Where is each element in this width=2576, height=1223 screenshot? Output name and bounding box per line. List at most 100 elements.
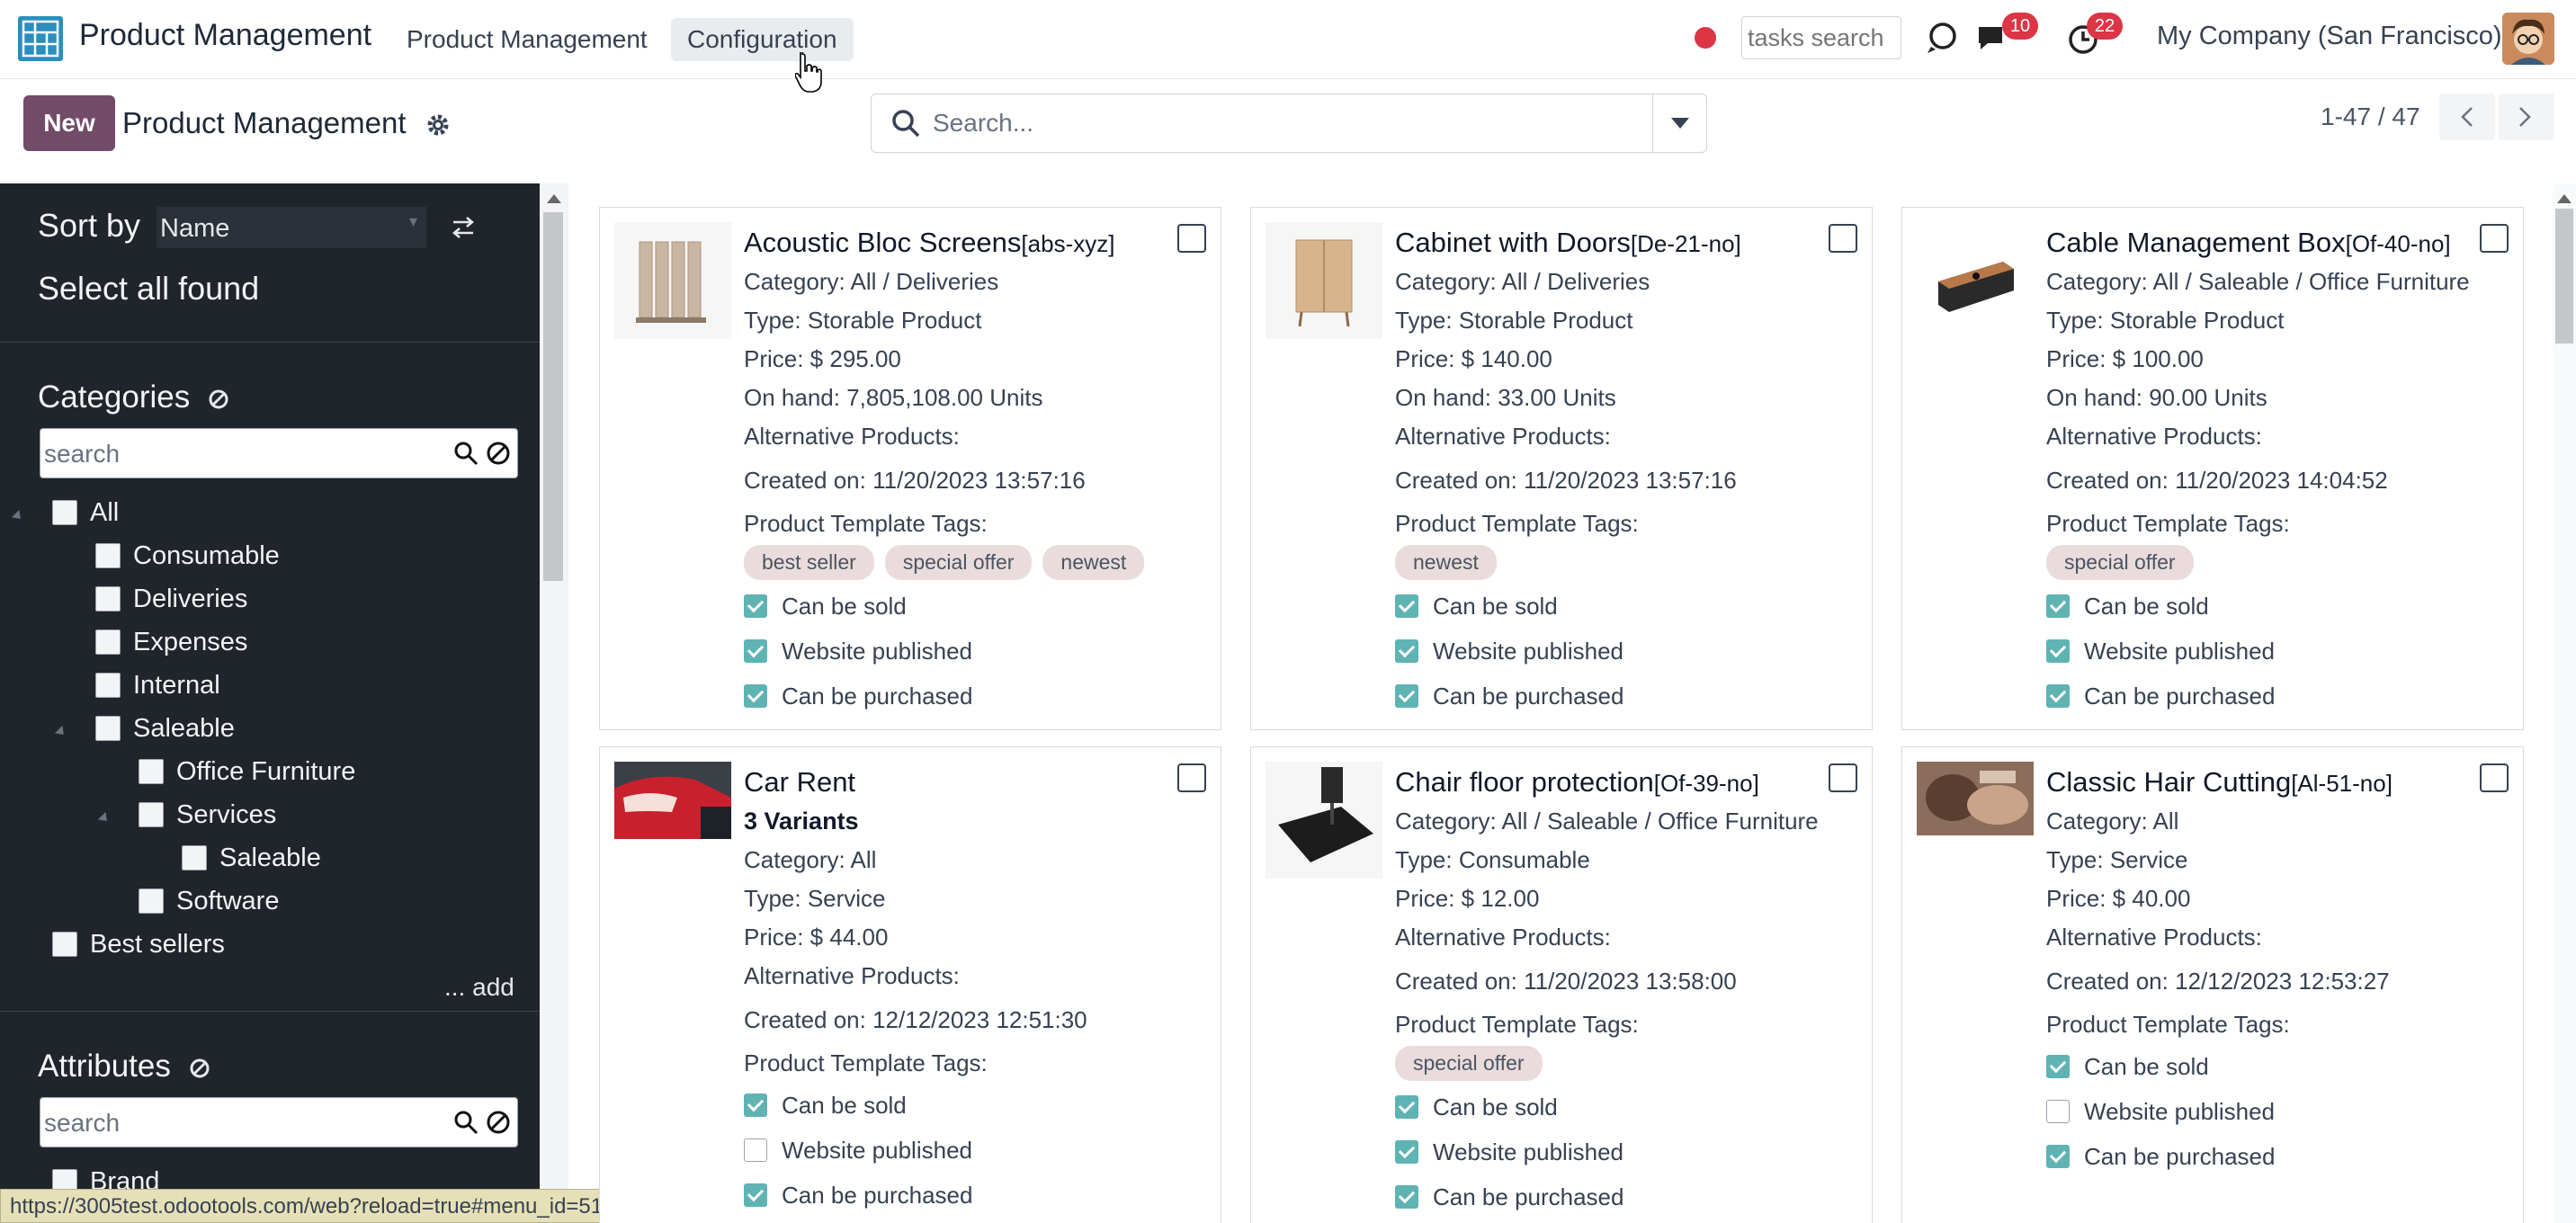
new-button[interactable]: New bbox=[23, 95, 115, 151]
activities-badge: 22 bbox=[2087, 13, 2123, 40]
gear-icon[interactable] bbox=[425, 112, 452, 138]
category-consumable[interactable]: Consumable bbox=[95, 538, 280, 574]
pager-next-button[interactable] bbox=[2499, 94, 2554, 140]
attributes-search-input[interactable]: search bbox=[40, 1097, 518, 1147]
scrollbar-thumb[interactable] bbox=[2555, 209, 2573, 344]
checkbox[interactable] bbox=[95, 673, 121, 698]
select-all-found[interactable]: Select all found bbox=[38, 270, 259, 308]
user-avatar[interactable] bbox=[2502, 13, 2554, 65]
search-input[interactable]: Search... bbox=[871, 94, 1653, 153]
website-published-flag: Website published bbox=[1395, 629, 1854, 674]
checkbox[interactable] bbox=[95, 629, 121, 655]
tree-collapse-icon[interactable] bbox=[11, 509, 25, 523]
template-tags-label: Product Template Tags: bbox=[744, 1049, 988, 1076]
search-icon[interactable] bbox=[452, 440, 479, 467]
sidebar-scrollbar[interactable] bbox=[540, 183, 568, 1223]
tag-list: best seller special offer newest bbox=[744, 545, 1203, 580]
pager-previous-button[interactable] bbox=[2439, 94, 2495, 140]
app-logo-icon[interactable] bbox=[16, 14, 65, 63]
product-code: [Of-40-no] bbox=[2345, 230, 2451, 257]
clear-search-icon[interactable] bbox=[485, 440, 512, 467]
product-created-on: Created on: 12/12/2023 12:51:30 bbox=[744, 1006, 1087, 1033]
categories-search-input[interactable]: search bbox=[40, 428, 518, 478]
product-card[interactable]: Cable Management Box[Of-40-no] Category:… bbox=[1901, 207, 2524, 730]
checkbox[interactable] bbox=[182, 845, 207, 870]
scroll-up-icon[interactable] bbox=[547, 194, 561, 203]
tree-collapse-icon[interactable] bbox=[54, 725, 68, 739]
product-name[interactable]: Classic Hair Cutting[Al-51-no] bbox=[2046, 763, 2505, 802]
checkbox[interactable] bbox=[95, 586, 121, 612]
app-name[interactable]: Product Management bbox=[79, 18, 371, 53]
product-card[interactable]: Car Rent 3 Variants Category: All Type: … bbox=[599, 746, 1221, 1223]
product-image bbox=[614, 762, 731, 839]
tag: special offer bbox=[884, 545, 1033, 580]
product-card[interactable]: Chair floor protection[Of-39-no] Categor… bbox=[1250, 746, 1873, 1223]
add-category-link[interactable]: ... add bbox=[444, 973, 514, 1002]
content-scrollbar[interactable] bbox=[2553, 183, 2576, 1223]
scrollbar-thumb[interactable] bbox=[543, 212, 563, 581]
clear-categories-icon[interactable] bbox=[208, 388, 229, 410]
category-expenses[interactable]: Expenses bbox=[95, 624, 247, 660]
tree-collapse-icon[interactable] bbox=[97, 811, 112, 826]
product-category: Category: All bbox=[744, 846, 877, 873]
can-be-purchased-flag: Can be purchased bbox=[744, 674, 1203, 719]
checked-checkbox bbox=[1395, 1140, 1418, 1164]
checkbox[interactable] bbox=[52, 932, 77, 957]
recording-indicator[interactable] bbox=[1695, 27, 1716, 49]
tasks-search-input[interactable] bbox=[1741, 16, 1901, 59]
checkbox[interactable] bbox=[52, 500, 77, 525]
category-office-furniture[interactable]: Office Furniture bbox=[139, 754, 355, 790]
scroll-up-icon[interactable] bbox=[2557, 194, 2572, 203]
clear-attributes-icon[interactable] bbox=[189, 1058, 210, 1079]
company-switcher[interactable]: My Company (San Francisco) bbox=[2157, 22, 2502, 51]
sort-select[interactable]: Name ▾ bbox=[157, 207, 426, 248]
category-services[interactable]: Services bbox=[139, 797, 276, 833]
category-saleable[interactable]: Saleable bbox=[95, 710, 235, 746]
tag-list: newest bbox=[1395, 545, 1854, 580]
can-be-sold-flag: Can be sold bbox=[2046, 584, 2505, 629]
checked-checkbox bbox=[2046, 639, 2070, 663]
checkbox[interactable] bbox=[139, 802, 164, 827]
checked-checkbox bbox=[2046, 1145, 2070, 1168]
messages-badge: 10 bbox=[2002, 13, 2038, 40]
product-card[interactable]: Cabinet with Doors[De-21-no] Category: A… bbox=[1250, 207, 1873, 730]
product-variants: 3 Variants bbox=[744, 808, 859, 835]
product-card[interactable]: Classic Hair Cutting[Al-51-no] Category:… bbox=[1901, 746, 2524, 1223]
category-services-saleable[interactable]: Saleable bbox=[182, 840, 321, 876]
product-name[interactable]: Car Rent bbox=[744, 763, 1203, 801]
category-deliveries[interactable]: Deliveries bbox=[95, 581, 247, 617]
product-category: Category: All / Saleable / Office Furnit… bbox=[1395, 808, 1819, 835]
checkbox[interactable] bbox=[95, 716, 121, 741]
product-name[interactable]: Cable Management Box[Of-40-no] bbox=[2046, 224, 2505, 263]
product-name[interactable]: Cabinet with Doors[De-21-no] bbox=[1395, 224, 1854, 263]
voip-icon[interactable] bbox=[1923, 20, 1959, 56]
product-image bbox=[614, 222, 731, 339]
pager-value[interactable]: 1-47 / 47 bbox=[2321, 103, 2420, 131]
category-all[interactable]: All bbox=[52, 495, 119, 531]
category-internal[interactable]: Internal bbox=[95, 667, 220, 703]
search-icon[interactable] bbox=[452, 1109, 479, 1136]
menu-product-management[interactable]: Product Management bbox=[390, 18, 664, 61]
checkbox[interactable] bbox=[139, 759, 164, 784]
menu-configuration[interactable]: Configuration bbox=[671, 18, 854, 61]
product-name[interactable]: Chair floor protection[Of-39-no] bbox=[1395, 763, 1854, 802]
product-card[interactable]: Acoustic Bloc Screens[abs-xyz] Category:… bbox=[599, 207, 1221, 730]
clear-search-icon[interactable] bbox=[485, 1109, 512, 1136]
product-type: Type: Service bbox=[744, 885, 886, 912]
can-be-sold-flag: Can be sold bbox=[744, 1083, 1203, 1128]
product-price: Price: $ 40.00 bbox=[2046, 885, 2191, 912]
category-best-sellers[interactable]: Best sellers bbox=[52, 926, 225, 962]
category-software[interactable]: Software bbox=[139, 883, 279, 919]
categories-search-placeholder: search bbox=[44, 440, 121, 468]
checkbox[interactable] bbox=[95, 543, 121, 568]
category-label: Software bbox=[176, 886, 280, 915]
alternative-products-label: Alternative Products: bbox=[744, 962, 960, 989]
checkbox[interactable] bbox=[139, 888, 164, 914]
product-name[interactable]: Acoustic Bloc Screens[abs-xyz] bbox=[744, 224, 1203, 263]
alternative-products-label: Alternative Products: bbox=[1395, 423, 1611, 450]
product-price: Price: $ 100.00 bbox=[2046, 345, 2204, 372]
mouse-pointer-icon bbox=[795, 52, 822, 93]
swap-order-icon[interactable] bbox=[450, 214, 477, 241]
checked-checkbox bbox=[2046, 594, 2070, 618]
search-options-toggle[interactable] bbox=[1653, 94, 1707, 153]
